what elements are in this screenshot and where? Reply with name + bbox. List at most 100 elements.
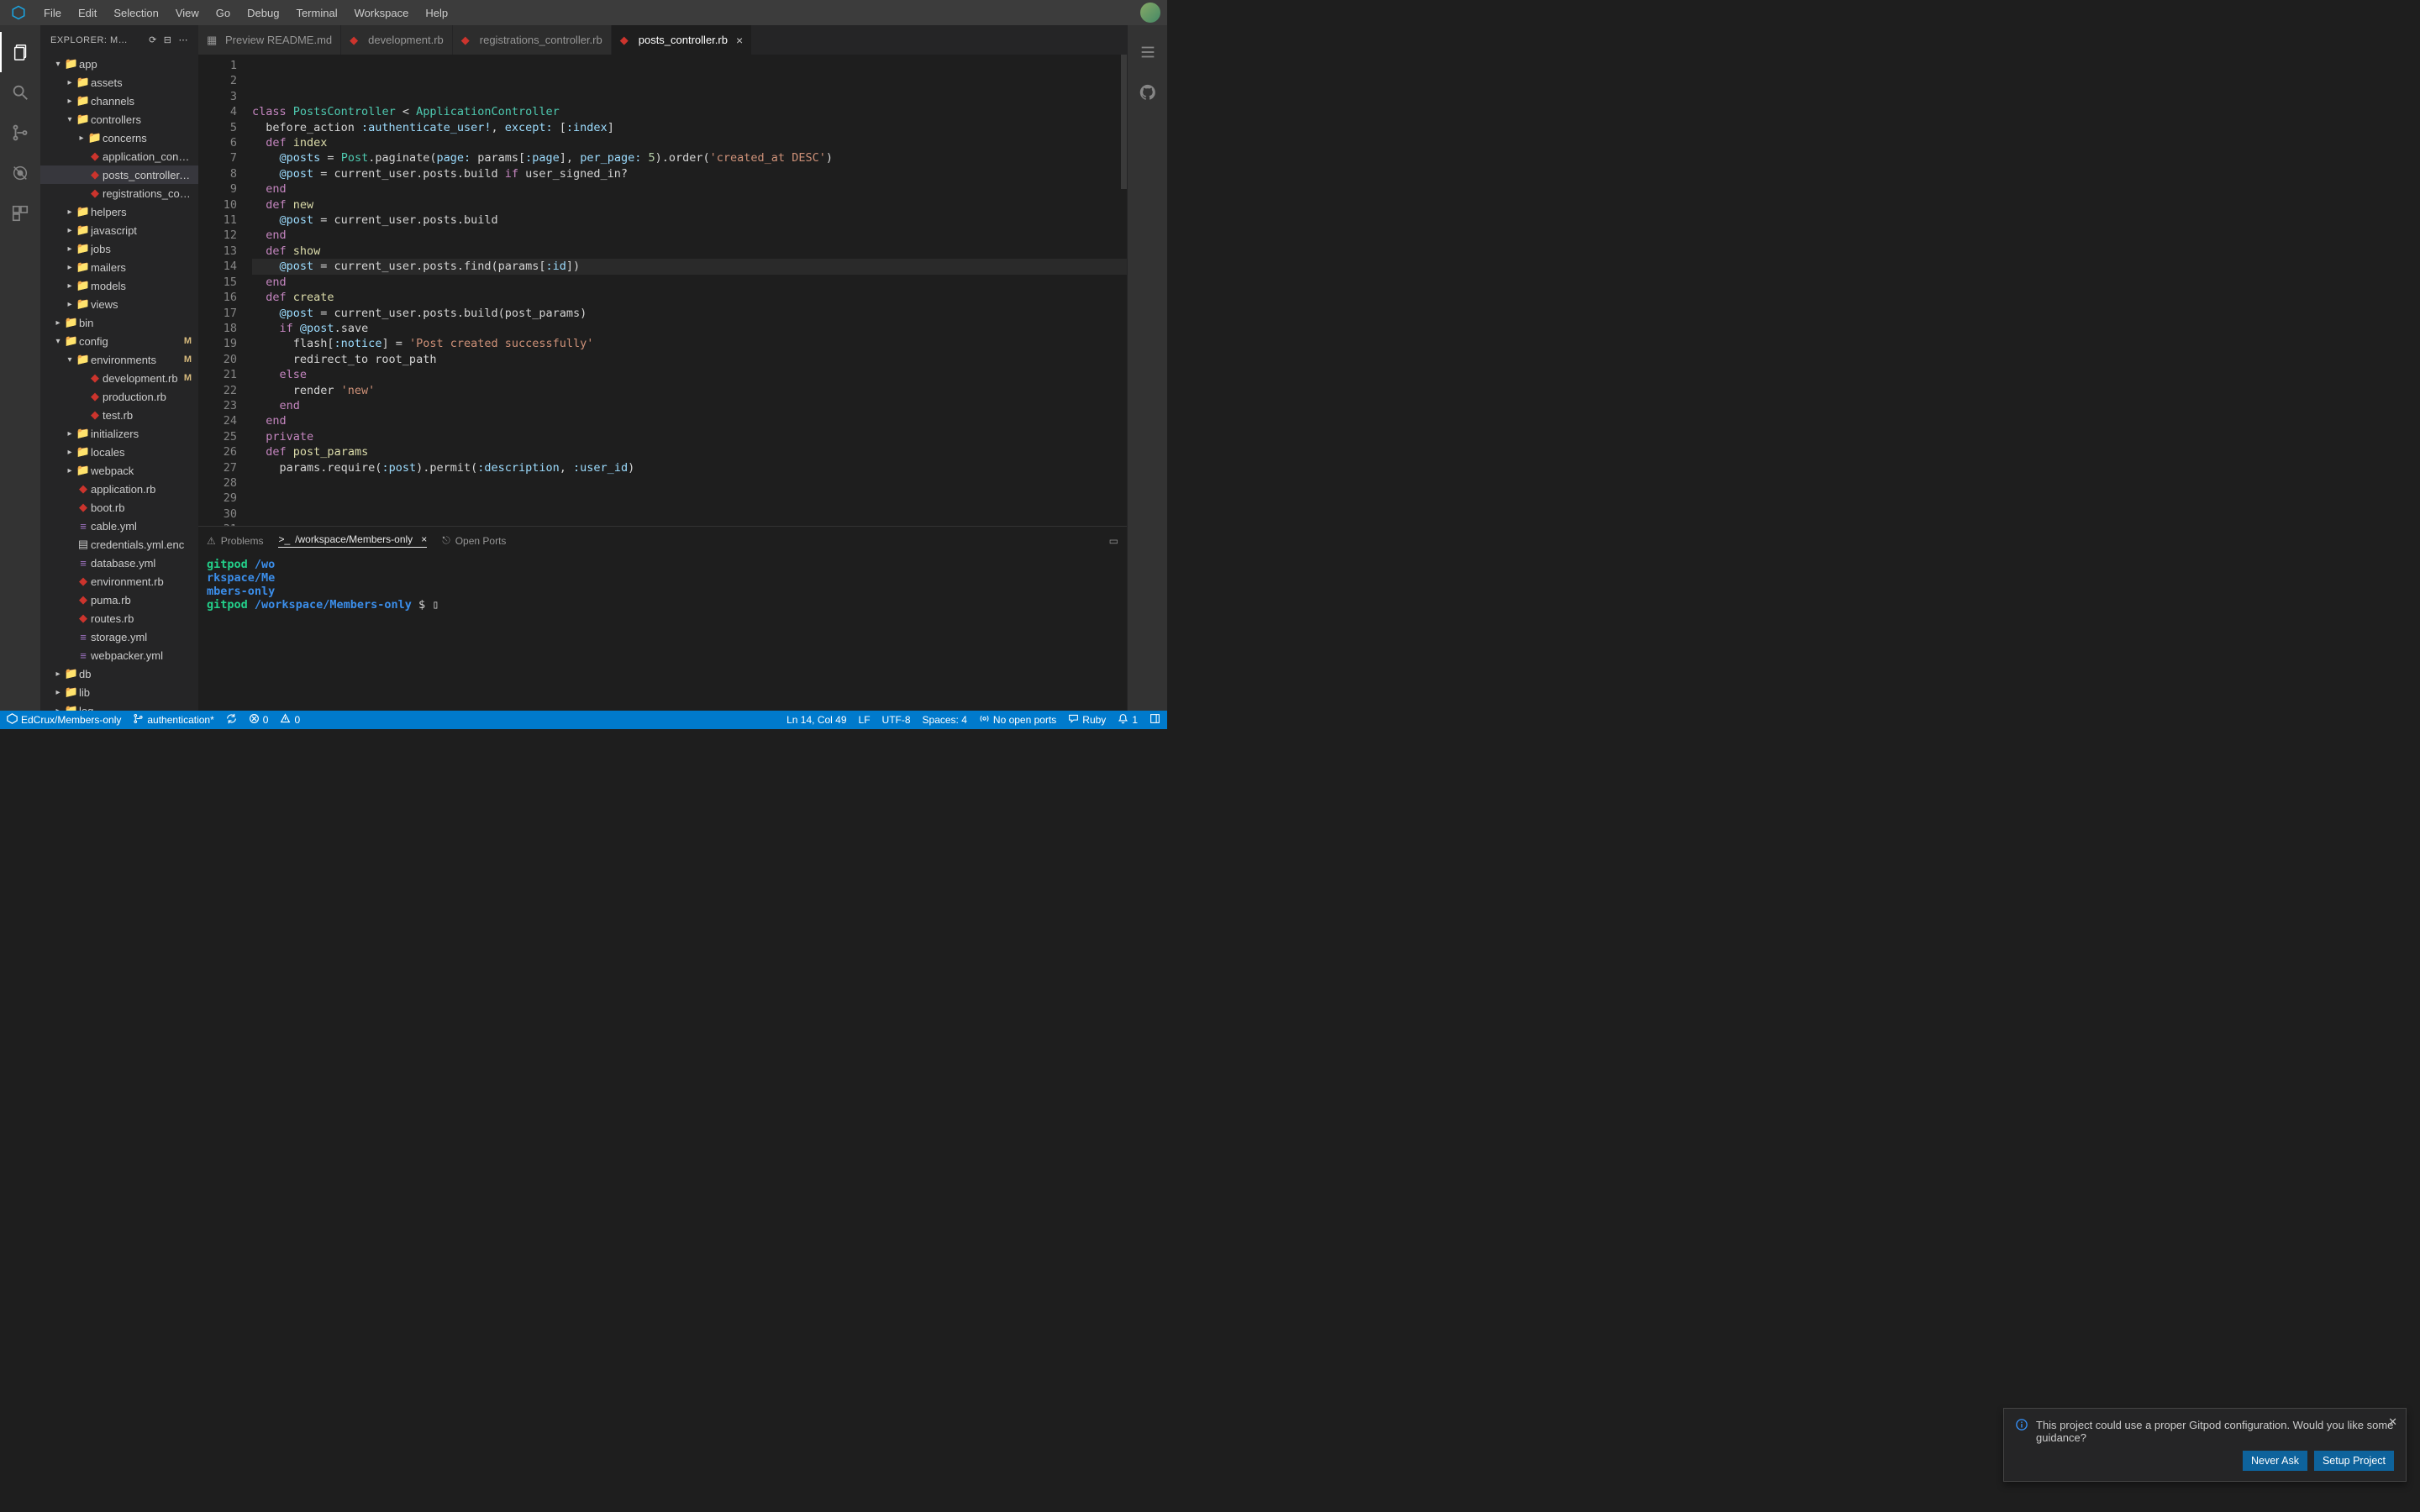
close-icon[interactable]: ✕ bbox=[2388, 1415, 2397, 1429]
chevron-icon[interactable] bbox=[64, 244, 76, 254]
close-icon[interactable]: × bbox=[736, 34, 743, 47]
folder-javascript[interactable]: 📁javascript bbox=[40, 221, 198, 239]
editor[interactable]: 1234567891011121314151617181920212223242… bbox=[198, 55, 1127, 526]
folder-config[interactable]: 📁configM bbox=[40, 332, 198, 350]
menu-help[interactable]: Help bbox=[418, 3, 455, 23]
chevron-icon[interactable] bbox=[64, 466, 76, 475]
folder-log[interactable]: 📁log bbox=[40, 701, 198, 711]
editor-tab[interactable]: ◆development.rb bbox=[341, 25, 453, 55]
close-icon[interactable]: × bbox=[421, 533, 427, 545]
menu-debug[interactable]: Debug bbox=[240, 3, 286, 23]
editor-tab[interactable]: ▦Preview README.md bbox=[198, 25, 341, 55]
search-icon[interactable] bbox=[0, 72, 40, 113]
file-storage.yml[interactable]: ≡storage.yml bbox=[40, 627, 198, 646]
status-feedback[interactable]: Ruby bbox=[1068, 713, 1106, 727]
folder-bin[interactable]: 📁bin bbox=[40, 313, 198, 332]
chevron-icon[interactable] bbox=[64, 226, 76, 235]
folder-assets[interactable]: 📁assets bbox=[40, 73, 198, 92]
status-lf[interactable]: LF bbox=[859, 714, 871, 726]
menu-view[interactable]: View bbox=[169, 3, 206, 23]
chevron-icon[interactable] bbox=[64, 448, 76, 457]
panel-tab-open-ports[interactable]: ⎋Open Ports bbox=[442, 534, 506, 547]
editor-tab[interactable]: ◆posts_controller.rb× bbox=[612, 25, 752, 55]
chevron-icon[interactable] bbox=[64, 97, 76, 106]
menu-file[interactable]: File bbox=[37, 3, 68, 23]
refresh-icon[interactable]: ⟳ bbox=[149, 34, 157, 45]
folder-jobs[interactable]: 📁jobs bbox=[40, 239, 198, 258]
chevron-icon[interactable] bbox=[64, 355, 76, 365]
github-icon[interactable] bbox=[1128, 72, 1168, 113]
file-posts_controller.rb[interactable]: ◆posts_controller.rb bbox=[40, 165, 198, 184]
list-icon[interactable] bbox=[1128, 32, 1168, 72]
chevron-icon[interactable] bbox=[64, 78, 76, 87]
status-warning[interactable]: 0 bbox=[280, 713, 300, 727]
menu-selection[interactable]: Selection bbox=[107, 3, 165, 23]
chevron-icon[interactable] bbox=[64, 429, 76, 438]
chevron-icon[interactable] bbox=[52, 318, 64, 328]
never-ask-button[interactable]: Never Ask bbox=[2243, 1451, 2307, 1471]
folder-initializers[interactable]: 📁initializers bbox=[40, 424, 198, 443]
panel-tab-problems[interactable]: ⚠Problems bbox=[207, 535, 263, 547]
more-icon[interactable]: ⋯ bbox=[179, 34, 189, 45]
menu-edit[interactable]: Edit bbox=[71, 3, 103, 23]
folder-concerns[interactable]: 📁concerns bbox=[40, 129, 198, 147]
file-development.rb[interactable]: ◆development.rbM bbox=[40, 369, 198, 387]
chevron-icon[interactable] bbox=[64, 207, 76, 217]
folder-views[interactable]: 📁views bbox=[40, 295, 198, 313]
chevron-icon[interactable] bbox=[52, 60, 64, 69]
maximize-panel-icon[interactable]: ▭ bbox=[1109, 535, 1118, 547]
file-registrations_controll…[interactable]: ◆registrations_controll… bbox=[40, 184, 198, 202]
terminal[interactable]: gitpod /workspace/Members-onlygitpod /wo… bbox=[198, 554, 1127, 711]
status-gitpod[interactable]: EdCrux/Members-only bbox=[7, 713, 121, 727]
folder-mailers[interactable]: 📁mailers bbox=[40, 258, 198, 276]
folder-environments[interactable]: 📁environmentsM bbox=[40, 350, 198, 369]
chevron-icon[interactable] bbox=[64, 300, 76, 309]
folder-models[interactable]: 📁models bbox=[40, 276, 198, 295]
file-cable.yml[interactable]: ≡cable.yml bbox=[40, 517, 198, 535]
file-production.rb[interactable]: ◆production.rb bbox=[40, 387, 198, 406]
folder-controllers[interactable]: 📁controllers bbox=[40, 110, 198, 129]
file-test.rb[interactable]: ◆test.rb bbox=[40, 406, 198, 424]
folder-channels[interactable]: 📁channels bbox=[40, 92, 198, 110]
status-layout[interactable] bbox=[1150, 713, 1160, 727]
setup-project-button[interactable]: Setup Project bbox=[2314, 1451, 2394, 1471]
minimap-scrollbar[interactable] bbox=[1121, 55, 1127, 189]
file-application_controlle…[interactable]: ◆application_controlle… bbox=[40, 147, 198, 165]
editor-tab[interactable]: ◆registrations_controller.rb bbox=[453, 25, 612, 55]
chevron-icon[interactable] bbox=[64, 281, 76, 291]
chevron-icon[interactable] bbox=[52, 337, 64, 346]
folder-webpack[interactable]: 📁webpack bbox=[40, 461, 198, 480]
extensions-icon[interactable] bbox=[0, 193, 40, 234]
status-error[interactable]: 0 bbox=[249, 713, 269, 727]
chevron-icon[interactable] bbox=[76, 134, 87, 143]
folder-app[interactable]: 📁app bbox=[40, 55, 198, 73]
status-branch[interactable]: authentication* bbox=[133, 713, 213, 727]
collapse-all-icon[interactable]: ⊟ bbox=[164, 34, 172, 45]
chevron-icon[interactable] bbox=[52, 688, 64, 697]
chevron-icon[interactable] bbox=[52, 669, 64, 679]
menu-go[interactable]: Go bbox=[209, 3, 237, 23]
file-puma.rb[interactable]: ◆puma.rb bbox=[40, 591, 198, 609]
status-broadcast[interactable]: No open ports bbox=[979, 713, 1056, 727]
folder-lib[interactable]: 📁lib bbox=[40, 683, 198, 701]
file-boot.rb[interactable]: ◆boot.rb bbox=[40, 498, 198, 517]
menu-terminal[interactable]: Terminal bbox=[289, 3, 344, 23]
panel-tab--workspace-members-only[interactable]: >_/workspace/Members-only× bbox=[278, 533, 427, 548]
status-utf-8[interactable]: UTF-8 bbox=[882, 714, 911, 726]
file-routes.rb[interactable]: ◆routes.rb bbox=[40, 609, 198, 627]
folder-locales[interactable]: 📁locales bbox=[40, 443, 198, 461]
folder-db[interactable]: 📁db bbox=[40, 664, 198, 683]
status-ln-14-col-49[interactable]: Ln 14, Col 49 bbox=[786, 714, 846, 726]
status-sync[interactable] bbox=[226, 713, 237, 727]
code-area[interactable]: class PostsController < ApplicationContr… bbox=[252, 55, 1127, 526]
menu-workspace[interactable]: Workspace bbox=[348, 3, 416, 23]
chevron-icon[interactable] bbox=[64, 115, 76, 124]
debug-icon[interactable] bbox=[0, 153, 40, 193]
status-bell[interactable]: 1 bbox=[1118, 713, 1138, 727]
chevron-icon[interactable] bbox=[64, 263, 76, 272]
source-control-icon[interactable] bbox=[0, 113, 40, 153]
files-icon[interactable] bbox=[0, 32, 40, 72]
status-spaces-4[interactable]: Spaces: 4 bbox=[923, 714, 967, 726]
folder-helpers[interactable]: 📁helpers bbox=[40, 202, 198, 221]
user-avatar[interactable] bbox=[1140, 3, 1160, 23]
